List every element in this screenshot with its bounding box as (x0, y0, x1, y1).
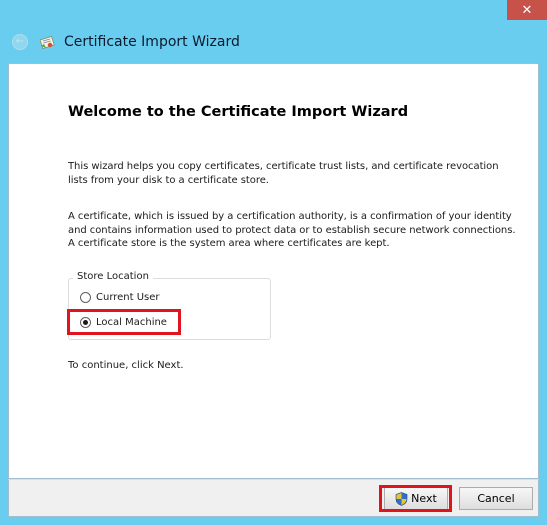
intro-paragraph: This wizard helps you copy certificates,… (68, 161, 499, 186)
local-machine-highlight-box (67, 309, 181, 335)
current-user-radio[interactable] (80, 292, 91, 303)
wizard-content-panel: Welcome to the Certificate Import Wizard… (8, 63, 539, 479)
cancel-button-label: Cancel (477, 492, 515, 505)
current-user-radio-option[interactable]: Current User (80, 292, 160, 303)
certificate-description-paragraph: A certificate, which is issued by a cert… (68, 211, 516, 249)
current-user-label[interactable]: Current User (96, 292, 160, 303)
certificate-icon (39, 35, 55, 50)
continue-instruction: To continue, click Next. (68, 360, 184, 371)
page-heading: Welcome to the Certificate Import Wizard (68, 104, 409, 120)
close-icon: ✕ (521, 2, 533, 18)
store-location-legend: Store Location (73, 271, 153, 282)
back-button[interactable]: ← (12, 34, 28, 50)
cancel-button[interactable]: Cancel (459, 487, 533, 510)
next-highlight-box (379, 485, 452, 512)
back-arrow-icon: ← (15, 36, 25, 47)
wizard-footer: Next Cancel (8, 479, 539, 517)
certificate-import-wizard-window: ✕ ← Certificate Import Wizard Welcome to… (0, 0, 547, 525)
window-title: Certificate Import Wizard (64, 34, 240, 50)
close-button[interactable]: ✕ (507, 0, 547, 20)
